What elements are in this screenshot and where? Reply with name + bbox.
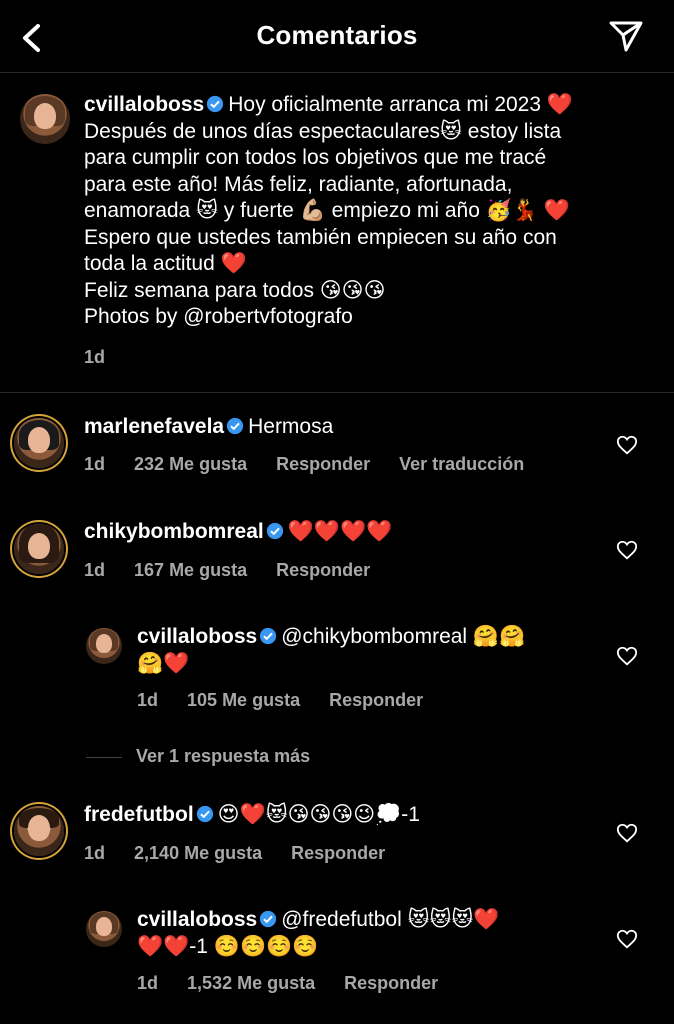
comment-time: 1d [84,454,106,474]
comment-username[interactable]: marlenefavela [84,415,224,438]
comment-text: marlenefavela Hermosa [84,415,334,438]
caption-time: 1d [84,347,106,367]
reply-button[interactable]: Responder [276,560,370,580]
likes-count[interactable]: 105 Me gusta [187,690,300,710]
comment-time: 1d [84,560,106,580]
comment-meta: 1d 105 Me gusta Responder [137,690,447,711]
comment-text: fredefutbol 😍❤️😻😘😘😘😉💭-1 [84,803,420,826]
avatar[interactable] [20,94,70,144]
caption-text: cvillaloboss Hoy oficialmente arranca mi … [84,93,574,328]
reply-text: cvillaloboss @fredefutbol 😻😻😻❤️ ❤️❤️-1 ☺️… [137,908,500,958]
post-caption: cvillaloboss Hoy oficialmente arranca mi … [0,72,674,393]
view-more-replies-button[interactable]: Ver 1 respuesta más [86,746,310,767]
reply-text: cvillaloboss @chikybombomreal 🤗🤗 🤗❤️ [137,625,526,675]
heart-icon[interactable] [616,928,638,950]
verified-badge-icon [266,522,283,540]
comment-meta: 1d 1,532 Me gusta Responder [137,973,462,994]
avatar[interactable] [14,418,64,468]
heart-icon[interactable] [616,822,638,844]
reply-button[interactable]: Responder [344,973,438,993]
avatar[interactable] [86,628,122,664]
heart-icon[interactable] [616,539,638,561]
divider [86,756,122,758]
verified-badge-icon [226,417,244,435]
comment-username[interactable]: fredefutbol [84,803,194,826]
likes-count[interactable]: 232 Me gusta [134,454,247,474]
comment-text: chikybombomreal ❤️❤️❤️❤️ [84,520,393,543]
heart-icon[interactable] [616,434,638,456]
comment-meta: 1d 2,140 Me gusta Responder [84,843,409,864]
translate-button[interactable]: Ver traducción [399,454,524,474]
avatar[interactable] [14,524,64,574]
heart-icon[interactable] [616,645,638,667]
send-icon[interactable] [608,18,644,54]
comment-time: 1d [84,843,106,863]
comment-username[interactable]: cvillaloboss [137,625,257,648]
avatar[interactable] [14,806,64,856]
caption-username[interactable]: cvillaloboss [84,93,204,116]
likes-count[interactable]: 2,140 Me gusta [134,843,262,863]
header-bar: Comentarios [0,0,674,73]
comment-time: 1d [137,690,159,710]
avatar[interactable] [86,911,122,947]
comment-username[interactable]: cvillaloboss [137,908,257,931]
page-title: Comentarios [256,20,418,50]
verified-badge-icon [260,627,277,645]
comment-username[interactable]: chikybombomreal [84,520,264,543]
reply-button[interactable]: Responder [291,843,385,863]
verified-badge-icon [207,95,224,113]
comment-time: 1d [137,973,159,993]
likes-count[interactable]: 1,532 Me gusta [187,973,315,993]
comment-meta: 1d 232 Me gusta Responder Ver traducción [84,454,548,475]
verified-badge-icon [196,805,213,823]
comment-meta: 1d 167 Me gusta Responder [84,560,394,581]
reply-button[interactable]: Responder [329,690,423,710]
reply-button[interactable]: Responder [276,454,370,474]
likes-count[interactable]: 167 Me gusta [134,560,247,580]
verified-badge-icon [260,910,277,928]
